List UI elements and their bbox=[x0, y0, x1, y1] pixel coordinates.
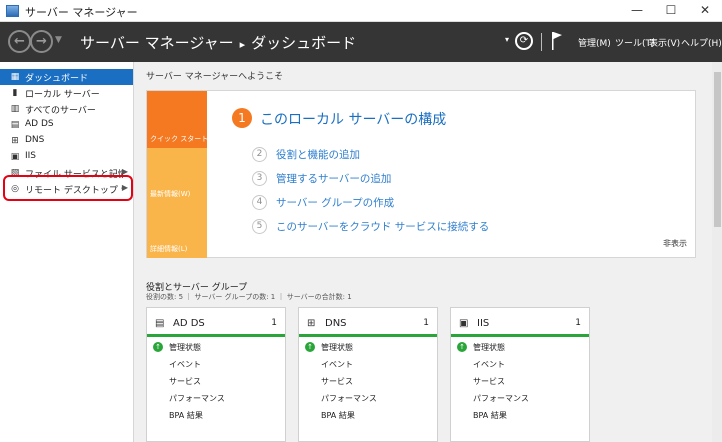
servers-icon: ▥ bbox=[10, 104, 20, 114]
scrollbar-thumb[interactable] bbox=[714, 72, 721, 227]
flag-icon[interactable] bbox=[551, 31, 563, 51]
ad-ds-icon: ▤ bbox=[155, 318, 165, 329]
step-label[interactable]: このローカル サーバーの構成 bbox=[260, 109, 446, 129]
card-row-bpa[interactable]: BPA 結果 bbox=[321, 410, 355, 421]
card-row-events[interactable]: イベント bbox=[473, 359, 505, 370]
card-row-performance[interactable]: パフォーマンス bbox=[169, 393, 225, 404]
card-row-manageability[interactable]: 管理状態 bbox=[169, 342, 201, 353]
status-ok-icon: ↑ bbox=[153, 342, 163, 352]
sidebar-item-dns[interactable]: ⊞ DNS bbox=[0, 133, 133, 149]
server-count: 1 bbox=[271, 318, 277, 328]
card-row-events[interactable]: イベント bbox=[321, 359, 353, 370]
tab-quick-start[interactable]: クイック スタート(Q) bbox=[147, 91, 219, 148]
card-header[interactable]: ▣ IIS 1 bbox=[451, 308, 589, 337]
maximize-button[interactable]: ☐ bbox=[654, 0, 688, 21]
role-card-iis[interactable]: ▣ IIS 1 ↑ 管理状態 イベント サービス パフォーマンス BPA 結果 bbox=[450, 307, 590, 442]
tab-whats-new[interactable]: 最新情報(W) bbox=[147, 148, 207, 203]
menu-view[interactable]: 表示(V) bbox=[649, 36, 680, 49]
role-card-dns[interactable]: ⊞ DNS 1 ↑ 管理状態 イベント サービス パフォーマンス BPA 結果 bbox=[298, 307, 438, 442]
dashboard-icon: ▦ bbox=[10, 72, 20, 82]
sidebar-item-local-server[interactable]: ▮ ローカル サーバー bbox=[0, 85, 133, 101]
server-icon: ▮ bbox=[12, 88, 18, 98]
vertical-scrollbar[interactable] bbox=[712, 62, 722, 442]
card-row-manageability[interactable]: 管理状態 bbox=[473, 342, 505, 353]
server-count: 1 bbox=[423, 318, 429, 328]
server-count: 1 bbox=[575, 318, 581, 328]
window-title: サーバー マネージャー bbox=[25, 6, 138, 19]
minimize-button[interactable]: — bbox=[620, 0, 654, 21]
card-row-events[interactable]: イベント bbox=[169, 359, 201, 370]
iis-icon: ▣ bbox=[459, 318, 469, 329]
iis-icon: ▣ bbox=[10, 152, 20, 162]
card-row-bpa[interactable]: BPA 結果 bbox=[473, 410, 507, 421]
status-ok-icon: ↑ bbox=[457, 342, 467, 352]
sidebar: ▦ ダッシュボード ▮ ローカル サーバー ▥ すべてのサーバー ▤ AD DS… bbox=[0, 62, 134, 442]
sidebar-item-iis[interactable]: ▣ IIS bbox=[0, 149, 133, 165]
role-card-ad-ds[interactable]: ▤ AD DS 1 ↑ 管理状態 イベント サービス パフォーマンス BPA 結… bbox=[146, 307, 286, 442]
close-button[interactable]: ✕ bbox=[688, 0, 722, 21]
sidebar-item-all-servers[interactable]: ▥ すべてのサーバー bbox=[0, 101, 133, 117]
tab-learn-more[interactable]: 詳細情報(L) bbox=[147, 203, 207, 258]
card-row-manageability[interactable]: 管理状態 bbox=[321, 342, 353, 353]
breadcrumb-root[interactable]: サーバー マネージャー bbox=[80, 34, 234, 52]
nav-divider bbox=[541, 33, 542, 51]
card-row-performance[interactable]: パフォーマンス bbox=[321, 393, 377, 404]
card-row-services[interactable]: サービス bbox=[473, 376, 505, 387]
back-button[interactable]: ← bbox=[8, 30, 31, 53]
dashboard-main: サーバー マネージャーへようこそ クイック スタート(Q) 最新情報(W) 詳細… bbox=[135, 62, 722, 442]
welcome-tile: クイック スタート(Q) 最新情報(W) 詳細情報(L) 1 このローカル サー… bbox=[146, 90, 696, 258]
refresh-icon[interactable]: ⟳ bbox=[515, 32, 533, 50]
roles-summary: 役割の数: 5 ｜ サーバー グループの数: 1 ｜ サーバーの合計数: 1 bbox=[146, 293, 352, 301]
dns-icon: ⊞ bbox=[11, 136, 19, 146]
highlight-annotation bbox=[3, 175, 133, 201]
forward-button[interactable]: → bbox=[30, 30, 53, 53]
card-row-bpa[interactable]: BPA 結果 bbox=[169, 410, 203, 421]
sidebar-item-ad-ds[interactable]: ▤ AD DS bbox=[0, 117, 133, 133]
card-header[interactable]: ⊞ DNS 1 bbox=[299, 308, 437, 337]
status-ok-icon: ↑ bbox=[305, 342, 315, 352]
ad-ds-icon: ▤ bbox=[10, 120, 20, 130]
title-bar: サーバー マネージャー — ☐ ✕ bbox=[0, 0, 722, 22]
card-row-services[interactable]: サービス bbox=[321, 376, 353, 387]
history-dropdown-icon[interactable]: ▼ bbox=[55, 35, 62, 45]
card-row-performance[interactable]: パフォーマンス bbox=[473, 393, 529, 404]
hide-link[interactable]: 非表示 bbox=[663, 238, 687, 249]
notifications-dropdown-icon[interactable]: ▾ bbox=[505, 35, 509, 44]
sidebar-item-dashboard[interactable]: ▦ ダッシュボード bbox=[0, 69, 133, 85]
welcome-heading: サーバー マネージャーへようこそ bbox=[146, 72, 284, 82]
card-header[interactable]: ▤ AD DS 1 bbox=[147, 308, 285, 337]
breadcrumb-current: ダッシュボード bbox=[251, 34, 357, 52]
menu-manage[interactable]: 管理(M) bbox=[578, 36, 611, 49]
step-number-badge: 1 bbox=[232, 108, 252, 128]
navigation-bar: ← → ▼ サーバー マネージャー ▸ ダッシュボード ▾ ⟳ 管理(M) ツール(… bbox=[0, 22, 722, 62]
dns-icon: ⊞ bbox=[307, 318, 316, 329]
server-manager-app-icon bbox=[6, 5, 19, 17]
breadcrumb: サーバー マネージャー ▸ ダッシュボード bbox=[80, 32, 356, 53]
menu-help[interactable]: ヘルプ(H) bbox=[681, 36, 722, 49]
breadcrumb-separator-icon: ▸ bbox=[239, 38, 246, 51]
card-row-services[interactable]: サービス bbox=[169, 376, 201, 387]
